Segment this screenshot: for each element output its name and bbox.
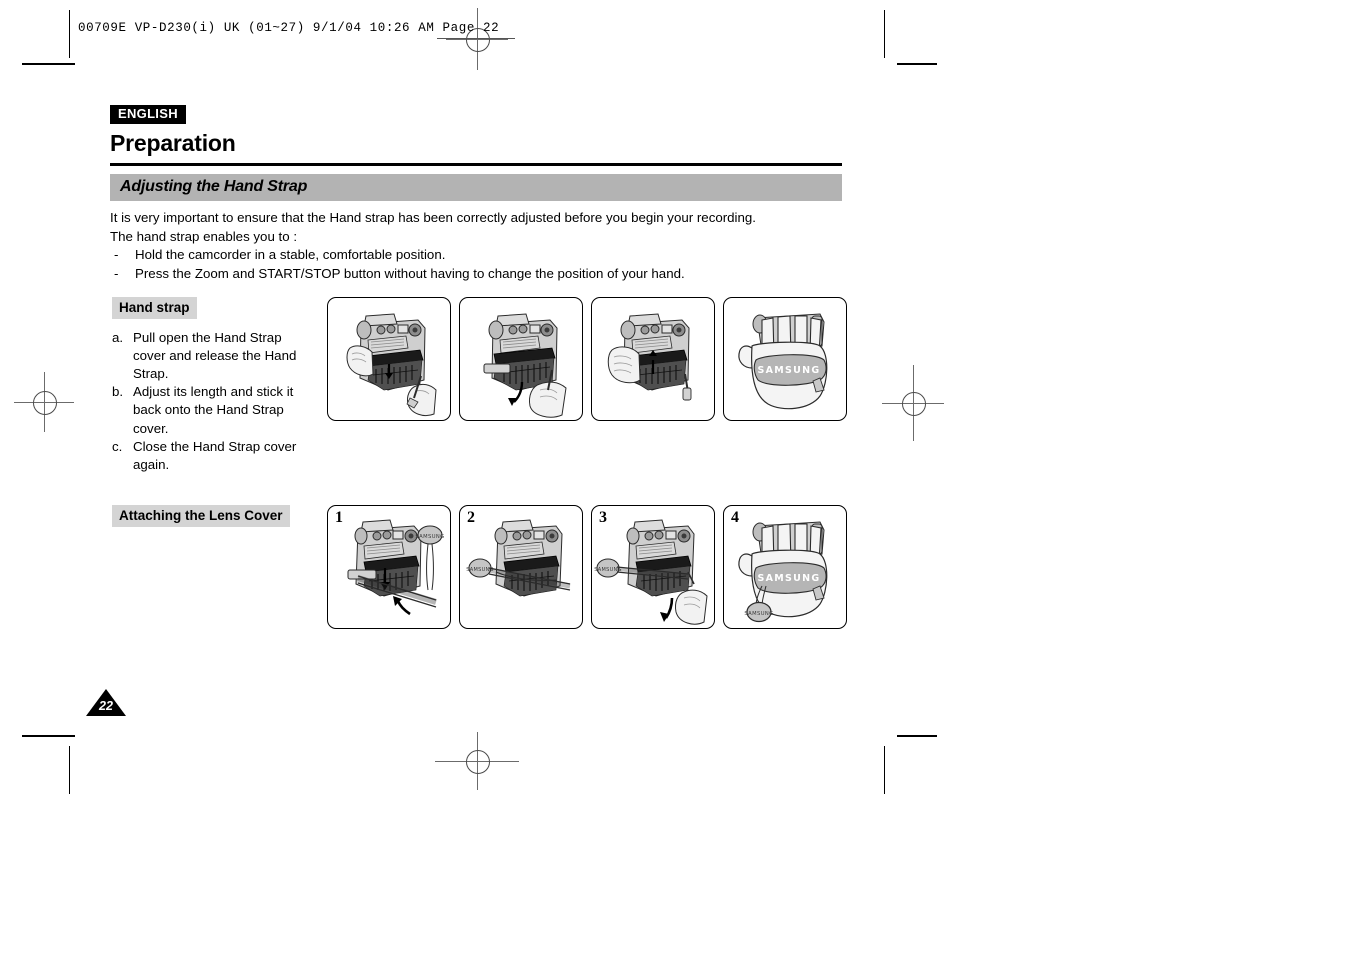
step-key: a. xyxy=(112,329,124,345)
page-number-flag: 22 xyxy=(86,689,126,716)
page-content: ENGLISH Preparation Adjusting the Hand S… xyxy=(110,105,842,283)
page-number: 22 xyxy=(99,699,113,713)
crop-mark-bottom-right-horizontal xyxy=(897,735,937,737)
step-text: Close the Hand Strap cover again. xyxy=(133,438,297,472)
illustration-panel: 1 SAMSUNG xyxy=(327,505,451,629)
list-item: a. Pull open the Hand Strap cover and re… xyxy=(112,329,317,384)
panel-number: 4 xyxy=(731,509,739,526)
illustration-panel xyxy=(459,297,583,421)
camcorder-adjust-strap-illustration xyxy=(483,313,567,418)
hand-strap-step-list: a. Pull open the Hand Strap cover and re… xyxy=(112,329,317,475)
list-item: c. Close the Hand Strap cover again. xyxy=(112,438,317,474)
strap-brand-text: SAMSUNG xyxy=(757,365,820,376)
lens-cover-instructions: Attaching the Lens Cover xyxy=(112,505,312,527)
illustration-panel: 4 SAMSUNG SAMSUNG xyxy=(723,505,847,629)
section-heading: Adjusting the Hand Strap xyxy=(110,174,842,202)
crop-mark-bottom-left-vertical xyxy=(69,746,70,794)
step-key: c. xyxy=(112,438,123,454)
language-badge: ENGLISH xyxy=(110,105,186,125)
list-item: - Hold the camcorder in a stable, comfor… xyxy=(110,246,842,265)
crop-mark-top-left-horizontal xyxy=(22,63,75,65)
lens-cover-step1-illustration: SAMSUNG xyxy=(347,519,444,616)
crop-mark-bottom-left-horizontal xyxy=(22,735,75,737)
print-header-slug: 00709E VP-D230(i) UK (01~27) 9/1/04 10:2… xyxy=(78,21,500,35)
list-bullet-dash: - xyxy=(114,265,119,281)
illustration-panel xyxy=(327,297,451,421)
strap-brand-text: SAMSUNG xyxy=(757,573,820,584)
illustration-panel: 3 SAMSUNG xyxy=(591,505,715,629)
section-intro: It is very important to ensure that the … xyxy=(110,209,842,283)
benefit-list: - Hold the camcorder in a stable, comfor… xyxy=(110,246,842,283)
list-item: b. Adjust its length and stick it back o… xyxy=(112,383,317,438)
panel-number: 1 xyxy=(335,509,343,526)
title-divider xyxy=(110,163,842,167)
crop-mark-bottom-right-vertical xyxy=(884,746,885,794)
camcorder-close-cover-illustration xyxy=(607,313,692,401)
registration-mark-bottom xyxy=(435,732,519,790)
registration-mark-top xyxy=(446,8,508,70)
list-bullet-dash: - xyxy=(114,247,119,263)
illustration-panel xyxy=(591,297,715,421)
crop-mark-top-right-horizontal xyxy=(897,63,937,65)
lens-cover-brand-text: SAMSUNG xyxy=(744,611,773,617)
illustration-panel: SAMSUNG xyxy=(723,297,847,421)
step-text: Adjust its length and stick it back onto… xyxy=(133,384,294,436)
hand-in-strap-illustration: SAMSUNG xyxy=(738,313,828,410)
crop-mark-top-left-vertical xyxy=(69,10,70,58)
lens-cover-step4-illustration: SAMSUNG SAMSUNG xyxy=(738,521,828,623)
list-item-label: Press the Zoom and START/STOP button wit… xyxy=(135,265,685,281)
step-text: Pull open the Hand Strap cover and relea… xyxy=(133,329,297,381)
page-title: Preparation xyxy=(110,130,236,157)
lens-cover-step2-illustration: SAMSUNG xyxy=(466,519,571,597)
hand-strap-instructions: Hand strap a. Pull open the Hand Strap c… xyxy=(112,297,317,474)
slug-underline xyxy=(437,38,515,39)
registration-mark-left xyxy=(14,372,74,432)
panel-number: 2 xyxy=(467,509,475,526)
lens-cover-label: Attaching the Lens Cover xyxy=(112,505,290,527)
lens-cover-step3-illustration: SAMSUNG xyxy=(594,519,708,625)
list-item-label: Hold the camcorder in a stable, comforta… xyxy=(135,247,446,263)
intro-line-2: The hand strap enables you to : xyxy=(110,228,298,244)
manual-page: 00709E VP-D230(i) UK (01~27) 9/1/04 10:2… xyxy=(0,0,1351,954)
hand-strap-panel-row: SAMSUNG xyxy=(327,297,847,421)
hand-strap-label: Hand strap xyxy=(112,297,197,319)
panel-number: 3 xyxy=(599,509,607,526)
illustration-panel: 2 SAMSUNG xyxy=(459,505,583,629)
lens-cover-panel-row: 1 SAMSUNG 2 SAMSUNG 3 SAMSUNG 4 SAMSUNG … xyxy=(327,505,847,629)
registration-mark-right xyxy=(882,365,944,441)
step-key: b. xyxy=(112,384,124,400)
camcorder-open-cover-illustration xyxy=(346,313,437,417)
crop-mark-top-right-vertical xyxy=(884,10,885,58)
intro-line-1: It is very important to ensure that the … xyxy=(110,210,756,226)
list-item: - Press the Zoom and START/STOP button w… xyxy=(110,265,842,284)
lens-cover-brand-text: SAMSUNG xyxy=(415,534,444,540)
